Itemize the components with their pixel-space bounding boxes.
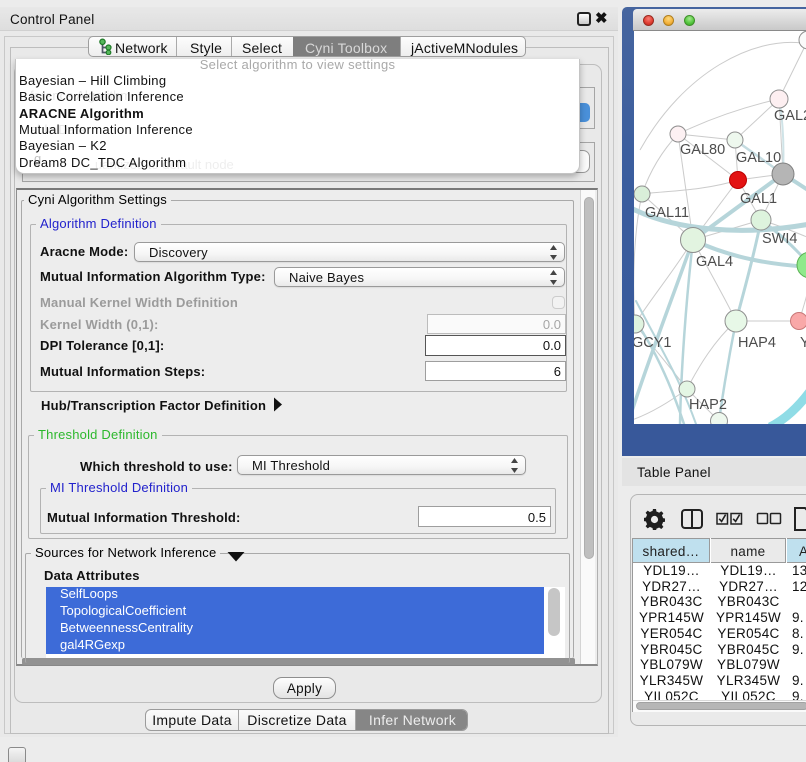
svg-text:GAL1: GAL1 [740,191,777,207]
svg-text:HAP4: HAP4 [738,335,776,351]
svg-text:GAL11: GAL11 [645,205,689,221]
svg-text:GAL10: GAL10 [736,150,781,166]
svg-text:Y: Y [800,335,806,351]
svg-text:GAL4: GAL4 [696,254,733,270]
svg-text:SWI4: SWI4 [762,231,797,247]
svg-text:HAP2: HAP2 [689,397,727,413]
svg-text:GAL2: GAL2 [774,108,806,124]
svg-text:GCY1: GCY1 [634,335,672,351]
svg-text:GAL80: GAL80 [680,142,725,158]
